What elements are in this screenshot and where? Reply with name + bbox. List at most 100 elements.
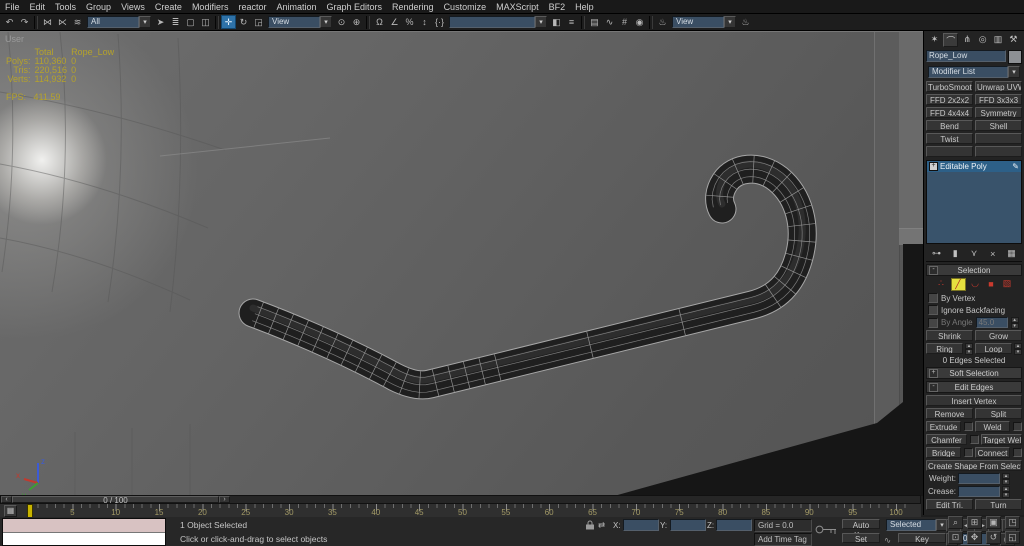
z-coordinate-field[interactable] (716, 519, 752, 531)
hierarchy-tab-icon[interactable]: ⋔ (961, 33, 974, 45)
by-vertex-checkbox[interactable] (928, 293, 938, 303)
utilities-tab-icon[interactable]: ⚒ (1007, 33, 1020, 45)
bind-spacewarp-icon[interactable]: ≋ (70, 15, 85, 29)
modifier-button[interactable]: Symmetry (975, 107, 1022, 118)
set-keys-key-icon[interactable] (814, 523, 838, 538)
menu-item[interactable]: Group (81, 1, 116, 13)
border-subobject-icon[interactable]: ◡ (969, 278, 982, 289)
reference-coordinate-dropdown[interactable]: View ▾ (268, 16, 332, 28)
y-coordinate-field[interactable] (670, 519, 706, 531)
modifier-button[interactable]: Twist (926, 133, 973, 144)
zoom-region-icon[interactable]: ⊡ (948, 531, 963, 544)
selection-filter-dropdown[interactable]: All ▾ (87, 16, 151, 28)
menu-item[interactable]: Modifiers (187, 1, 234, 13)
remove-modifier-icon[interactable]: × (986, 248, 999, 259)
time-slider-next-icon[interactable]: › (219, 496, 230, 503)
unlink-selection-icon[interactable]: ⋉ (55, 15, 70, 29)
arc-rotate-icon[interactable]: ↺ (986, 531, 1001, 544)
element-subobject-icon[interactable]: ▧ (1001, 278, 1014, 289)
dropdown-arrow-icon[interactable]: ▾ (1008, 66, 1020, 78)
render-setup-icon[interactable]: ♨ (655, 15, 670, 29)
pivot-center-icon[interactable]: ⊙ (334, 15, 349, 29)
by-angle-spinner[interactable]: ▴▾ (1011, 317, 1019, 328)
track-bar-ruler[interactable]: 0510152025303540455055606570758085909510… (22, 504, 908, 517)
connect-settings-icon[interactable] (1013, 448, 1022, 457)
spinner-snap-icon[interactable]: ↕ (417, 15, 432, 29)
zoom-extents-all-icon[interactable]: ◳ (1005, 516, 1020, 529)
connect-button[interactable]: Connect (975, 447, 1010, 458)
snap-toggle-icon[interactable]: Ω (372, 15, 387, 29)
modifier-button[interactable]: FFD 4x4x4 (926, 107, 973, 118)
mini-curve-editor-icon[interactable]: ▦ (4, 505, 17, 517)
menu-item[interactable]: Animation (271, 1, 321, 13)
menu-item[interactable]: BF2 (544, 1, 571, 13)
angle-snap-icon[interactable]: ∠ (387, 15, 402, 29)
extrude-settings-icon[interactable] (964, 422, 973, 431)
modifier-button[interactable]: TurboSmooth (926, 81, 973, 92)
ring-spinner[interactable]: ▴▾ (965, 343, 973, 354)
weight-spinner[interactable]: ▴▾ (1002, 473, 1010, 484)
dropdown-arrow-icon[interactable]: ▾ (320, 16, 332, 28)
modifier-button[interactable]: FFD 3x3x3 (975, 94, 1022, 105)
bridge-button[interactable]: Bridge (926, 447, 961, 458)
show-end-result-icon[interactable]: ▮ (949, 248, 962, 259)
shrink-button[interactable]: Shrink (926, 330, 973, 341)
redo-icon[interactable]: ↷ (17, 15, 32, 29)
absolute-offset-mode-icon[interactable]: ⇄ (598, 520, 605, 531)
selection-lock-icon[interactable] (586, 520, 595, 532)
motion-tab-icon[interactable]: ◎ (976, 33, 989, 45)
rollout-collapse-icon[interactable]: - (929, 383, 938, 392)
polygon-subobject-icon[interactable]: ■ (985, 278, 998, 289)
layer-manager-icon[interactable]: ▤ (587, 15, 602, 29)
configure-modifier-sets-icon[interactable]: ▦ (1005, 248, 1018, 259)
zoom-icon[interactable]: ⌕ (948, 516, 963, 529)
window-crossing-icon[interactable]: ◫ (198, 15, 213, 29)
modifier-button[interactable] (975, 146, 1022, 157)
modifier-button[interactable]: Shell (975, 120, 1022, 131)
percent-snap-icon[interactable]: % (402, 15, 417, 29)
make-unique-icon[interactable]: ⋎ (968, 248, 981, 259)
modifier-list-dropdown[interactable]: Modifier List ▾ (928, 66, 1020, 78)
zoom-extents-icon[interactable]: ▣ (986, 516, 1001, 529)
crease-field[interactable] (958, 486, 1000, 497)
track-bar[interactable]: ▦ 05101520253035404550556065707580859095… (0, 504, 921, 518)
menu-item[interactable]: Help (570, 1, 599, 13)
time-slider-handle[interactable]: 0 / 100 (12, 496, 219, 503)
vertex-subobject-icon[interactable]: ∴ (935, 278, 948, 289)
select-link-icon[interactable]: ⋈ (40, 15, 55, 29)
menu-item[interactable]: MAXScript (491, 1, 544, 13)
grow-button[interactable]: Grow (975, 330, 1022, 341)
modifier-button[interactable] (975, 133, 1022, 144)
display-tab-icon[interactable]: ▥ (992, 33, 1005, 45)
perspective-viewport[interactable]: z x y User Total Rope_Low Polys: 110,360… (0, 31, 923, 496)
chamfer-button[interactable]: Chamfer (926, 434, 967, 445)
loop-button[interactable]: Loop (975, 343, 1012, 354)
modify-tab-icon[interactable]: ⌒ (943, 33, 958, 47)
ignore-backfacing-checkbox[interactable] (928, 305, 938, 315)
insert-vertex-button[interactable]: Insert Vertex (926, 395, 1022, 406)
select-rotate-icon[interactable]: ↻ (236, 15, 251, 29)
stack-active-icon[interactable]: ✎ (1012, 162, 1019, 171)
create-shape-button[interactable]: Create Shape From Selection (926, 460, 1022, 471)
modifier-button[interactable]: Unwrap UVW (975, 81, 1022, 92)
select-by-name-icon[interactable]: ≣ (168, 15, 183, 29)
select-move-icon[interactable]: ✛ (221, 15, 236, 29)
menu-item[interactable]: Tools (50, 1, 81, 13)
modifier-button[interactable]: FFD 2x2x2 (926, 94, 973, 105)
select-scale-icon[interactable]: ◲ (251, 15, 266, 29)
weight-field[interactable] (958, 473, 1000, 484)
edge-subobject-icon[interactable]: ╱ (951, 278, 966, 291)
menu-item[interactable]: Customize (439, 1, 492, 13)
menu-item[interactable]: File (0, 1, 25, 13)
weld-button[interactable]: Weld (975, 421, 1010, 432)
edit-tri-button[interactable]: Edit Tri. (926, 499, 973, 510)
schematic-view-icon[interactable]: # (617, 15, 632, 29)
dropdown-arrow-icon[interactable]: ▾ (724, 16, 736, 28)
dropdown-arrow-icon[interactable]: ▾ (535, 16, 547, 28)
selection-rollout-header[interactable]: - Selection (926, 264, 1022, 276)
named-selection-sets-icon[interactable]: {·} (432, 15, 447, 29)
auto-key-button[interactable]: Auto Key (842, 519, 880, 529)
listener-macro-line[interactable] (3, 519, 165, 533)
by-angle-checkbox[interactable] (928, 318, 938, 328)
modifier-button[interactable]: Bend (926, 120, 973, 131)
